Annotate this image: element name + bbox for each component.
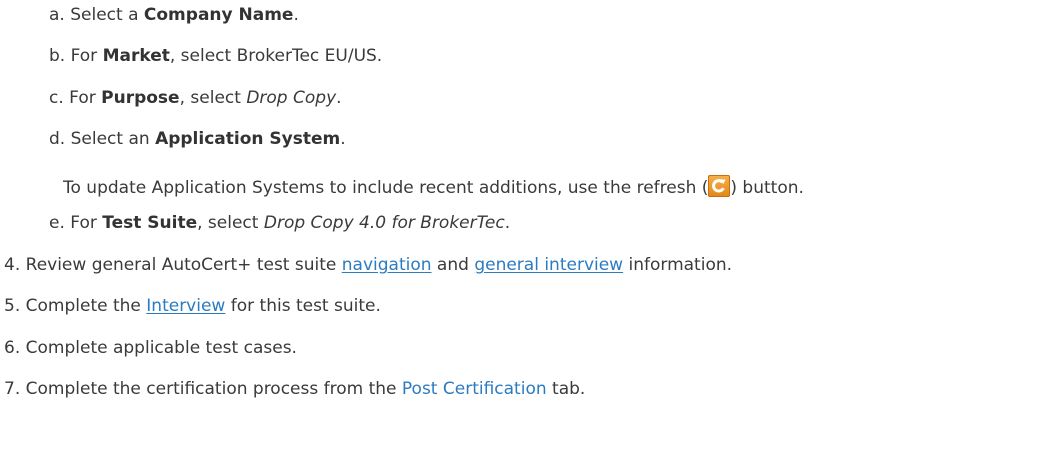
list-marker: 7.: [4, 379, 21, 399]
item-text: For: [69, 88, 102, 108]
item-text: For: [70, 46, 103, 66]
step-4: 4. Review general AutoCert+ test suite n…: [4, 253, 732, 277]
sub-item-company-name: a. Select a Company Name.: [49, 3, 299, 27]
list-marker: 4.: [4, 255, 21, 275]
item-bold: Company Name: [143, 5, 294, 25]
item-text: .: [293, 5, 299, 25]
item-italic: Drop Copy 4.0 for BrokerTec: [263, 213, 505, 233]
step-6: 6. Complete applicable test cases.: [4, 336, 297, 360]
item-text: .: [504, 213, 511, 233]
list-marker: 6.: [4, 338, 21, 358]
sub-item-market: b. For Market, select BrokerTec EU/US.: [49, 44, 382, 68]
note-text: ) button.: [730, 178, 804, 198]
item-text: tab.: [546, 379, 586, 399]
item-bold: Market: [102, 46, 170, 66]
item-text: For: [70, 213, 103, 233]
step-7: 7. Complete the certification process fr…: [4, 377, 585, 401]
item-text: , select: [197, 213, 264, 233]
sub-item-purpose: c. For Purpose, select Drop Copy.: [49, 86, 342, 110]
list-marker: d.: [49, 129, 66, 149]
refresh-note: To update Application Systems to include…: [63, 175, 804, 200]
sub-item-test-suite: e. For Test Suite, select Drop Copy 4.0 …: [49, 211, 510, 235]
item-text: , select: [179, 88, 247, 108]
item-text: Select an: [70, 129, 156, 149]
list-marker: e.: [49, 213, 65, 233]
sub-item-application-system: d. Select an Application System.: [49, 127, 346, 151]
post-certification-link[interactable]: Post Certification: [402, 379, 547, 399]
item-text: Complete the certification process from …: [25, 379, 402, 399]
item-text: and: [431, 255, 475, 275]
refresh-icon[interactable]: [708, 175, 731, 197]
item-text: , select BrokerTec EU/US.: [169, 46, 383, 66]
item-text: Complete applicable test cases.: [25, 338, 297, 358]
list-marker: 5.: [4, 296, 21, 316]
item-text: Select a: [70, 5, 144, 25]
navigation-link[interactable]: navigation: [342, 255, 432, 275]
list-marker: c.: [49, 88, 64, 108]
note-text: To update Application Systems to include…: [63, 178, 709, 198]
item-text: .: [340, 129, 346, 149]
list-marker: b.: [49, 46, 66, 66]
item-bold: Application System: [155, 129, 341, 149]
item-bold: Test Suite: [102, 213, 198, 233]
item-text: Review general AutoCert+ test suite: [25, 255, 342, 275]
item-bold: Purpose: [101, 88, 180, 108]
interview-link[interactable]: Interview: [146, 296, 225, 316]
item-text: for this test suite.: [225, 296, 381, 316]
item-italic: Drop Copy: [246, 88, 337, 108]
item-text: information.: [623, 255, 733, 275]
general-interview-link[interactable]: general interview: [474, 255, 623, 275]
item-text: .: [336, 88, 342, 108]
list-marker: a.: [49, 5, 65, 25]
step-5: 5. Complete the Interview for this test …: [4, 294, 381, 318]
item-text: Complete the: [25, 296, 147, 316]
